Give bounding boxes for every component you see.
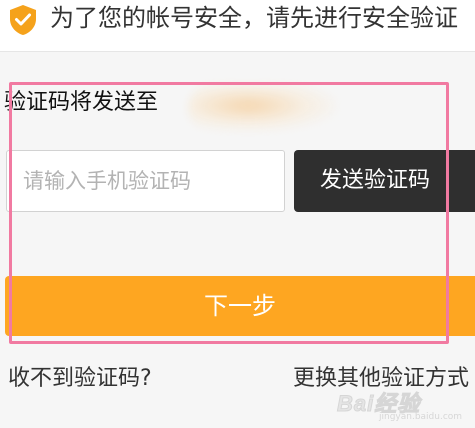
shield-check-icon [10,5,36,35]
security-banner-text: 为了您的帐号安全，请先进行安全验证 [50,4,458,32]
masked-phone-number [188,84,338,132]
other-verification-link[interactable]: 更换其他验证方式 [293,364,469,394]
security-banner: 为了您的帐号安全，请先进行安全验证 [0,0,475,52]
next-step-button[interactable]: 下一步 [5,276,475,336]
no-code-link[interactable]: 收不到验证码? [8,364,152,394]
watermark-url-text: jingyan.baidu.com [379,412,463,422]
send-code-button[interactable]: 发送验证码 [294,150,475,212]
verification-code-input[interactable] [6,150,285,212]
send-to-label: 验证码将发送至 [4,90,159,115]
